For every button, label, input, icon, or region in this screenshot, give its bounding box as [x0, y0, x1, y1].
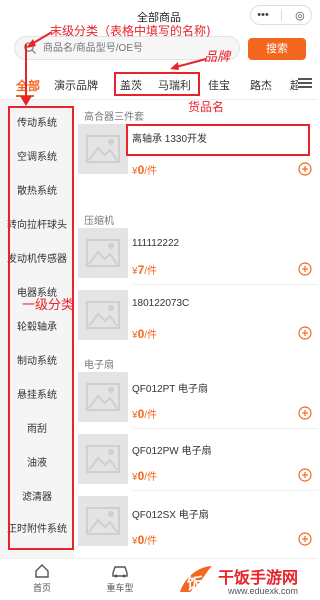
annotation-product-name: 货品名 — [188, 100, 225, 114]
row-divider — [132, 428, 318, 429]
watermark-name: 干饭手游网 — [218, 568, 299, 587]
annotation-last-level-category: 末级分类（表格中填写的名称) — [50, 24, 211, 38]
annotation-category-box — [8, 106, 74, 550]
product-image[interactable] — [78, 372, 128, 422]
mini-program-capsule[interactable]: ••• ◎ — [250, 5, 312, 25]
annotation-product-name-box — [126, 124, 310, 156]
tab-lujie[interactable]: 路杰 — [250, 77, 272, 93]
product-name[interactable]: QF012SX 电子扇 — [132, 506, 209, 521]
product-image[interactable] — [78, 496, 128, 546]
annotation-arrow-icon — [170, 58, 207, 70]
row-divider — [132, 490, 318, 491]
section-title: 高合器三件套 — [84, 112, 144, 123]
tab-jiabao[interactable]: 佳宝 — [208, 77, 230, 93]
image-placeholder-icon — [86, 239, 120, 267]
product-image[interactable] — [78, 124, 128, 174]
product-price: ¥0/件 — [132, 407, 158, 421]
product-price: ¥0/件 — [132, 533, 158, 547]
close-icon[interactable]: ◎ — [295, 9, 305, 22]
watermark-url: www.eduexk.com — [228, 586, 299, 596]
add-to-cart-icon[interactable] — [298, 162, 312, 176]
product-list: 高合器三件套 离轴承 1330开发 ¥0/件 压缩机 111112222 ¥7/… — [76, 100, 318, 558]
home-icon — [35, 564, 49, 578]
product-name[interactable]: 180122073C — [132, 298, 189, 309]
capsule-divider — [281, 9, 283, 21]
svg-text:饭: 饭 — [186, 574, 203, 593]
add-to-cart-icon[interactable] — [298, 406, 312, 420]
product-image[interactable] — [78, 434, 128, 484]
nav-home-label: 首页 — [32, 583, 51, 593]
annotation-arrow-icon — [20, 44, 32, 106]
image-placeholder-icon — [86, 301, 120, 329]
product-price: ¥7/件 — [132, 263, 158, 277]
nav-home[interactable]: 首页 — [22, 563, 62, 594]
nav-vehicle-label: 重车型 — [106, 583, 134, 593]
section-title: 压缩机 — [84, 216, 114, 227]
product-name[interactable]: QF012PT 电子扇 — [132, 380, 208, 395]
row-divider — [132, 284, 318, 285]
add-to-cart-icon[interactable] — [298, 326, 312, 340]
nav-vehicle[interactable]: 重车型 — [100, 563, 140, 594]
product-image[interactable] — [78, 228, 128, 278]
section-title: 电子扇 — [84, 360, 114, 371]
add-to-cart-icon[interactable] — [298, 468, 312, 482]
watermark-logo: 饭 — [180, 566, 212, 593]
product-name[interactable]: QF012PW 电子扇 — [132, 442, 211, 457]
product-price: ¥0/件 — [132, 163, 158, 177]
image-placeholder-icon — [86, 135, 120, 163]
tabs-menu-icon[interactable] — [298, 76, 312, 90]
product-name[interactable]: 111112222 — [132, 238, 179, 249]
tab-demo-brand[interactable]: 演示品牌 — [54, 77, 98, 93]
product-price: ¥0/件 — [132, 469, 158, 483]
search-button[interactable]: 搜索 — [248, 38, 306, 60]
product-price: ¥0/件 — [132, 327, 158, 341]
image-placeholder-icon — [86, 445, 120, 473]
image-placeholder-icon — [86, 507, 120, 535]
product-image[interactable] — [78, 290, 128, 340]
more-menu-icon[interactable]: ••• — [257, 9, 269, 21]
annotation-brand-box — [114, 72, 200, 96]
add-to-cart-icon[interactable] — [298, 532, 312, 546]
add-to-cart-icon[interactable] — [298, 262, 312, 276]
image-placeholder-icon — [86, 383, 120, 411]
car-icon — [112, 566, 128, 578]
